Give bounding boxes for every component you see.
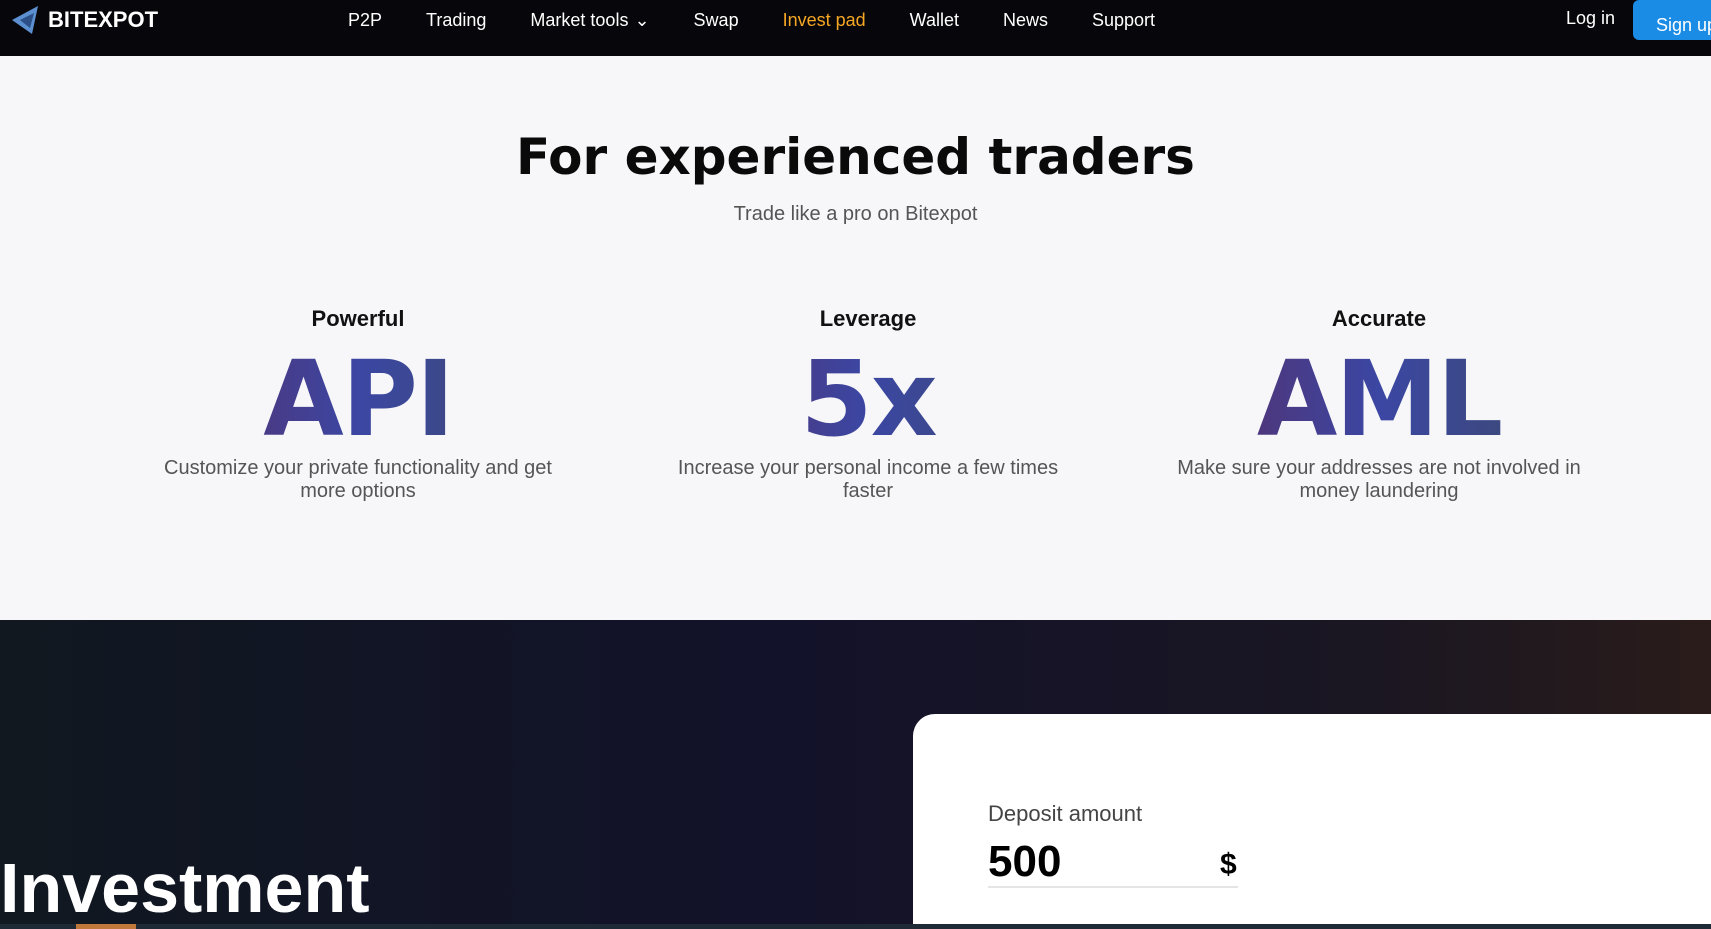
page-subtitle: Trade like a pro on Bitexpot bbox=[733, 203, 978, 225]
bottom-strip bbox=[0, 924, 1711, 929]
nav-market-tools-label: Market tools bbox=[530, 9, 629, 30]
feature-leverage: Leverage 5x Increase your personal incom… bbox=[658, 306, 1078, 503]
feature-desc: Make sure your addresses are not involve… bbox=[1177, 457, 1581, 502]
feature-label: Leverage bbox=[819, 306, 917, 331]
feature-label: Powerful bbox=[311, 306, 405, 331]
feature-api: Powerful API Customize your private func… bbox=[148, 306, 568, 503]
login-link[interactable]: Log in bbox=[1566, 8, 1615, 29]
feature-desc: Customize your private functionality and… bbox=[164, 457, 552, 502]
page-title: For experienced traders bbox=[516, 128, 1195, 186]
feature-desc: Increase your personal income a few time… bbox=[677, 457, 1059, 502]
top-nav: BITEXPOT P2P Trading Market tools ⌄ Swap … bbox=[0, 0, 1711, 56]
feature-label: Accurate bbox=[1331, 306, 1427, 331]
brand-name: BITEXPOT bbox=[48, 7, 159, 32]
nav-support[interactable]: Support bbox=[1092, 10, 1155, 31]
feature-aml: Accurate AML Make sure your addresses ar… bbox=[1169, 306, 1589, 503]
feature-big-text: 5x bbox=[658, 344, 1078, 454]
signup-button[interactable]: Sign up bbox=[1633, 0, 1711, 40]
nav-swap[interactable]: Swap bbox=[694, 10, 739, 31]
deposit-label: Deposit amount bbox=[988, 801, 1143, 826]
deposit-amount-input[interactable] bbox=[988, 838, 1238, 888]
logo-icon bbox=[12, 6, 38, 34]
nav-news[interactable]: News bbox=[1003, 10, 1048, 31]
nav-trading[interactable]: Trading bbox=[426, 10, 486, 31]
brand-logo[interactable]: BITEXPOT bbox=[10, 4, 158, 36]
feature-big-text: API bbox=[148, 344, 568, 454]
chevron-down-icon: ⌄ bbox=[634, 9, 650, 30]
nav-p2p[interactable]: P2P bbox=[348, 10, 382, 31]
nav-invest-pad[interactable]: Invest pad bbox=[783, 10, 866, 31]
investment-heading: Investment bbox=[0, 849, 370, 927]
strip-accent bbox=[76, 924, 136, 929]
feature-big-text: AML bbox=[1169, 344, 1589, 454]
nav-market-tools[interactable]: Market tools ⌄ bbox=[530, 10, 649, 31]
currency-symbol: $ bbox=[1220, 848, 1237, 881]
deposit-card: Deposit amount $ bbox=[913, 714, 1711, 929]
nav-wallet[interactable]: Wallet bbox=[910, 10, 959, 31]
